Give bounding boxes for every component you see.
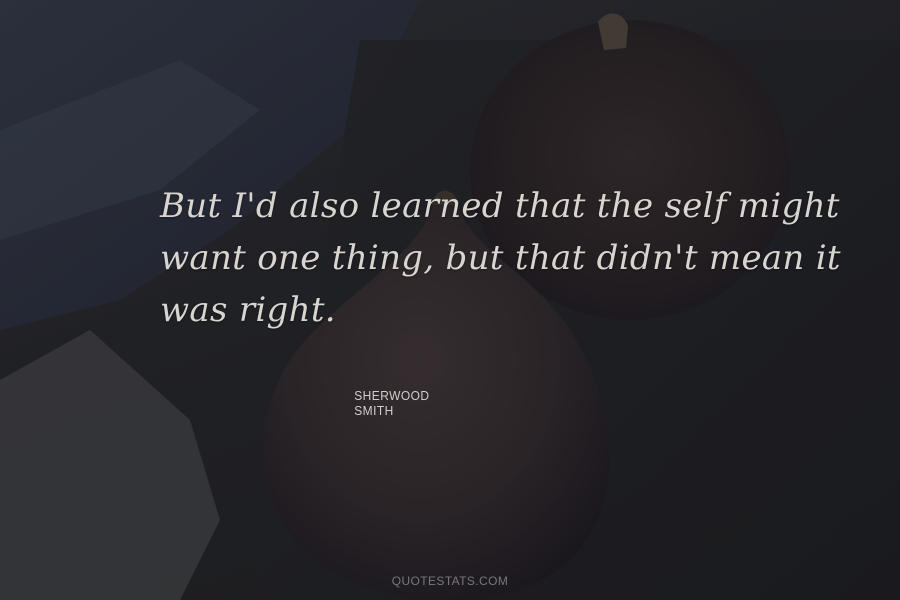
quote-line: But I'd also learned that the self might [160, 186, 840, 226]
quote-text: But I'd also learned that the self might… [160, 180, 841, 336]
quote-line: was right. [160, 290, 336, 330]
quote-line: want one thing, but that didn't mean it [160, 238, 841, 278]
quote-card: But I'd also learned that the self might… [0, 0, 900, 600]
site-watermark: QUOTESTATS.COM [391, 574, 509, 588]
author-name: SHERWOOD SMITH [354, 388, 430, 418]
